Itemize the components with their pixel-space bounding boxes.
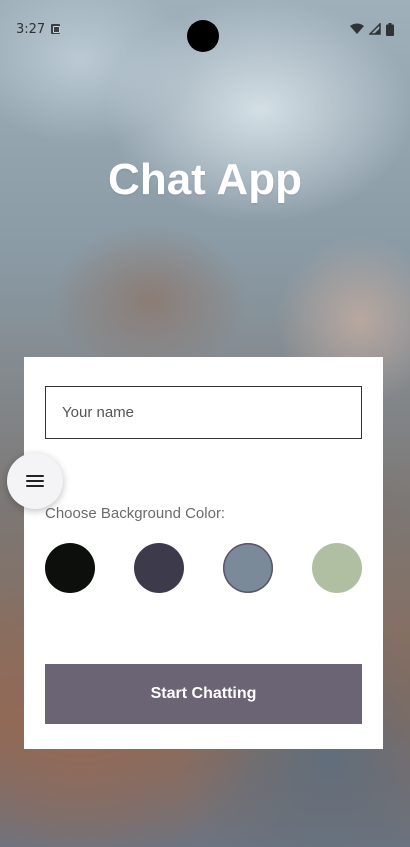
- wifi-icon: [350, 23, 364, 35]
- color-swatch-dark-purple[interactable]: [134, 543, 184, 593]
- status-left: 3:27: [16, 21, 61, 37]
- color-swatch-slate-blue[interactable]: [223, 543, 273, 593]
- color-swatch-black[interactable]: [45, 543, 95, 593]
- battery-icon: [386, 22, 394, 36]
- color-choice-label: Choose Background Color:: [45, 505, 226, 522]
- start-chatting-button[interactable]: Start Chatting: [45, 664, 362, 724]
- status-time: 3:27: [16, 21, 46, 37]
- start-form-card: Choose Background Color: Start Chatting: [24, 357, 383, 749]
- status-right: [350, 22, 394, 36]
- camera-cutout: [187, 20, 219, 52]
- app-title: Chat App: [108, 155, 302, 204]
- color-swatches: [45, 543, 362, 593]
- signal-icon: [369, 23, 381, 35]
- menu-button[interactable]: [7, 453, 63, 509]
- name-input[interactable]: [45, 386, 362, 439]
- notification-icon: [51, 24, 61, 34]
- color-swatch-sage-green[interactable]: [312, 543, 362, 593]
- menu-icon: [26, 475, 44, 487]
